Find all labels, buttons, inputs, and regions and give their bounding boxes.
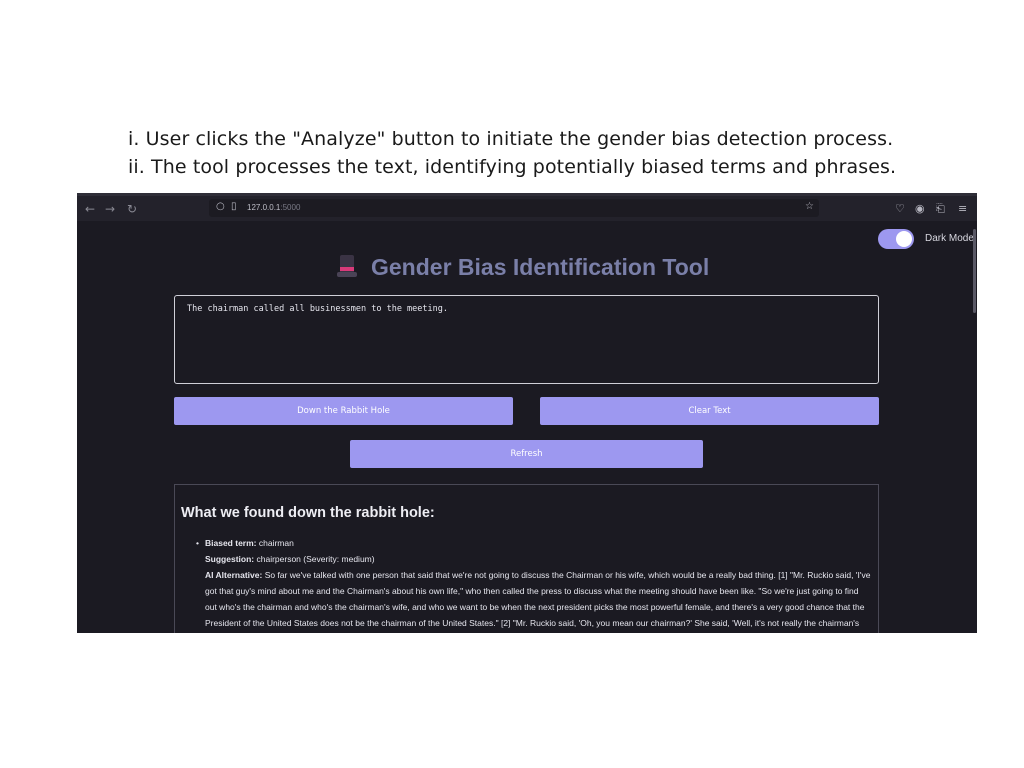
text-input[interactable]: The chairman called all businessmen to t… [174, 295, 879, 384]
biased-term-value: chairman [258, 538, 294, 548]
dark-mode-label: Dark Mode [925, 233, 974, 244]
address-bar[interactable]: ○ ▯ 127.0.0.1:5000 ☆ [209, 199, 819, 217]
results-list: Biased term: chairman Suggestion: chairp… [181, 535, 872, 631]
biased-term-row: Biased term: chairman [205, 535, 872, 551]
back-arrow-icon[interactable]: ← [85, 202, 95, 216]
app-screenshot: ← → ↻ ○ ▯ 127.0.0.1:5000 ☆ ♡ ◉ ⎗ ≡ Dark … [77, 193, 977, 633]
browser-toolbar: ← → ↻ ○ ▯ 127.0.0.1:5000 ☆ ♡ ◉ ⎗ ≡ [77, 193, 977, 221]
url-host: 127.0.0.1 [247, 203, 281, 212]
menu-icon[interactable]: ≡ [958, 202, 967, 215]
dark-mode-toggle[interactable] [878, 229, 914, 249]
caption-line-1: i. User clicks the "Analyze" button to i… [128, 128, 894, 150]
suggestion-label: Suggestion: [205, 554, 255, 564]
account-icon[interactable]: ◉ [915, 202, 925, 215]
ai-alternative-row: AI Alternative: So far we've talked with… [205, 567, 872, 631]
caption-line-2: ii. The tool processes the text, identif… [128, 156, 897, 178]
page-scrollbar[interactable] [973, 229, 976, 313]
result-item: Biased term: chairman Suggestion: chairp… [196, 535, 872, 631]
results-heading: What we found down the rabbit hole: [181, 505, 435, 521]
rabbit-hole-button[interactable]: Down the Rabbit Hole [174, 397, 513, 425]
refresh-button[interactable]: Refresh [350, 440, 703, 468]
bookmark-star-icon[interactable]: ☆ [805, 201, 814, 212]
results-panel: What we found down the rabbit hole: Bias… [174, 484, 879, 633]
suggestion-value: chairperson (Severity: medium) [256, 554, 375, 564]
page-title: Gender Bias Identification Tool [371, 253, 710, 280]
top-hat-icon [337, 255, 357, 279]
page-icon: ▯ [231, 201, 237, 212]
reload-icon[interactable]: ↻ [127, 202, 137, 216]
pocket-icon[interactable]: ♡ [895, 202, 905, 215]
forward-arrow-icon[interactable]: → [105, 202, 115, 216]
clear-text-button[interactable]: Clear Text [540, 397, 879, 425]
biased-term-label: Biased term: [205, 538, 257, 548]
url-port: :5000 [280, 203, 301, 212]
toggle-knob [896, 231, 912, 247]
shield-icon: ○ [216, 201, 225, 212]
ai-alternative-label: AI Alternative: [205, 570, 263, 580]
extensions-icon[interactable]: ⎗ [936, 202, 945, 216]
title-row: Gender Bias Identification Tool [337, 252, 709, 282]
ai-alternative-value: So far we've talked with one person that… [205, 570, 871, 628]
url-text: 127.0.0.1:5000 [247, 203, 300, 212]
suggestion-row: Suggestion: chairperson (Severity: mediu… [205, 551, 872, 567]
